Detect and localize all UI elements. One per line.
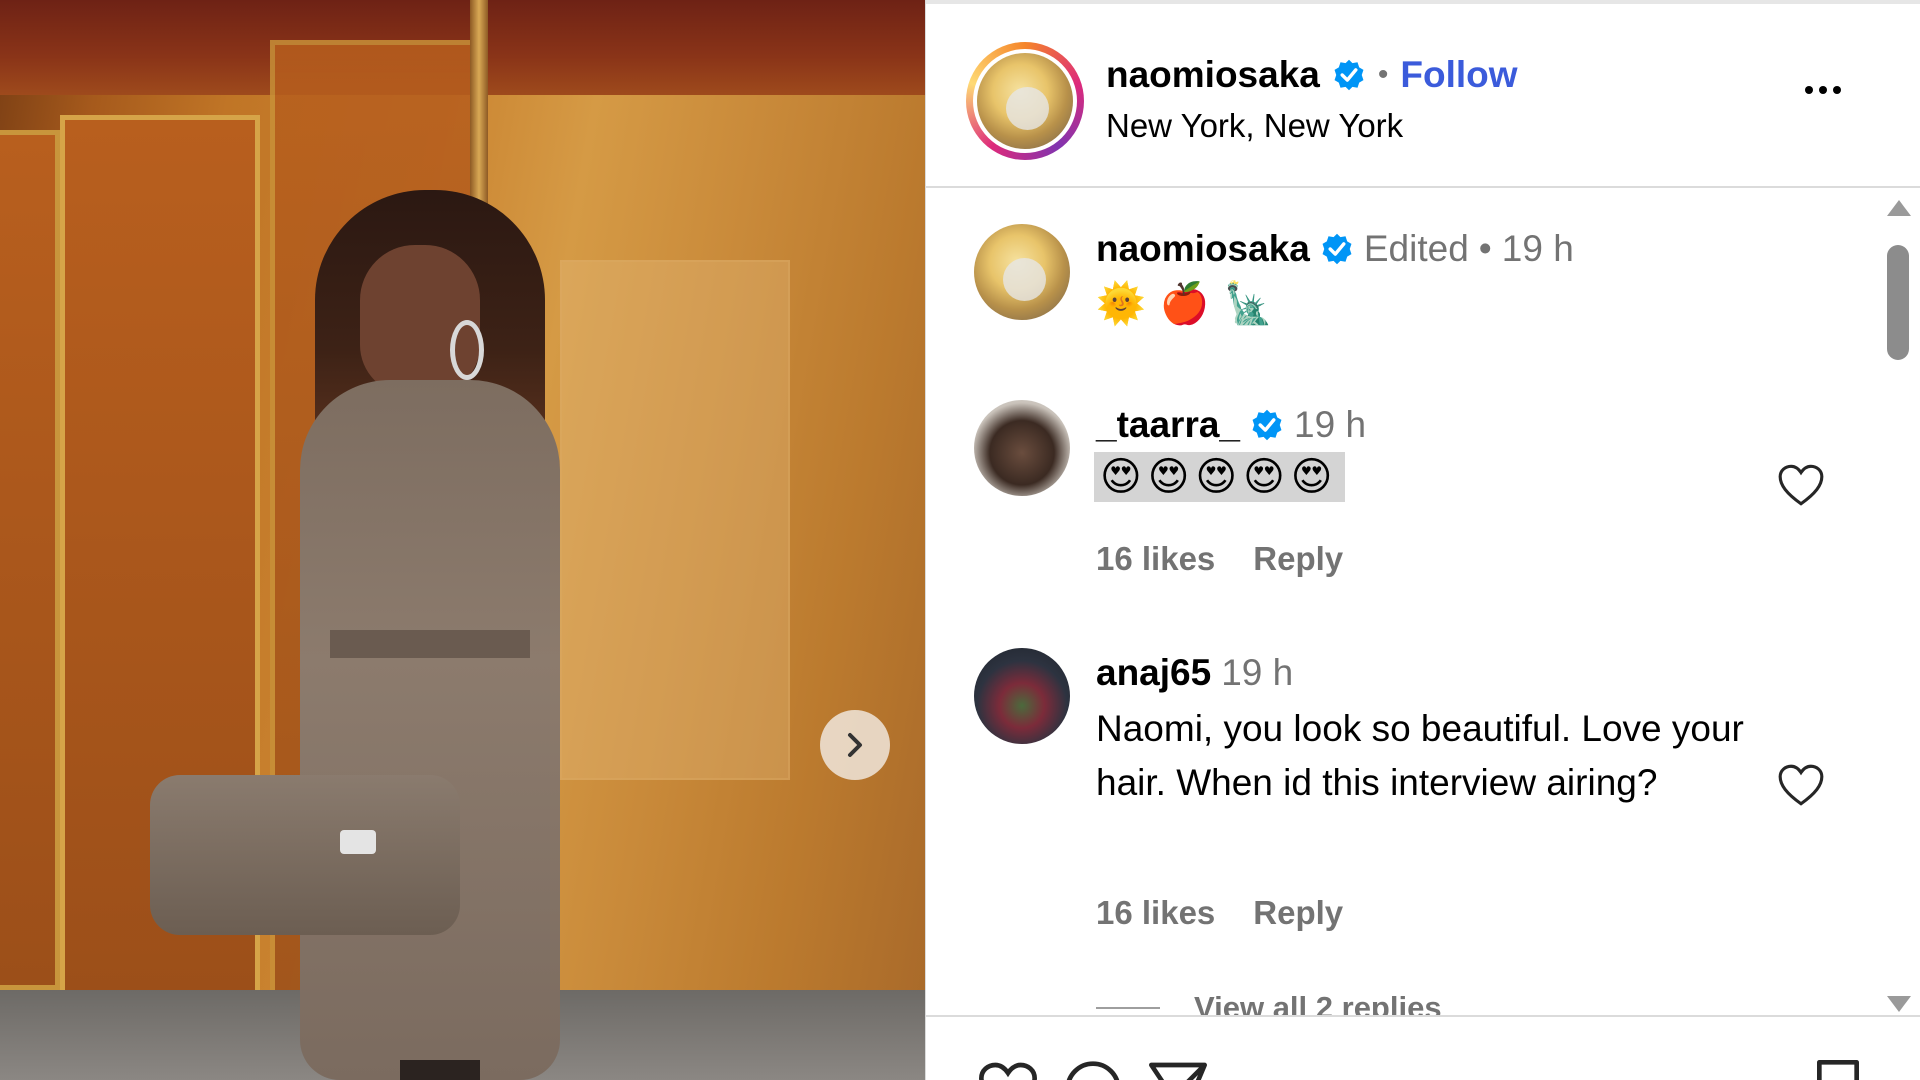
more-dot (1819, 86, 1827, 94)
comment-like-count[interactable]: 16 likes (1096, 894, 1215, 932)
comment-timestamp[interactable]: 19 h (1221, 652, 1293, 694)
comment-username[interactable]: anaj65 (1096, 652, 1211, 694)
more-options-button[interactable] (1805, 86, 1841, 94)
separator-dot: • (1377, 58, 1389, 91)
statue-of-liberty-emoji: 🗽 (1223, 282, 1274, 326)
paper-plane-icon[interactable] (1146, 1057, 1210, 1080)
post-side-panel: naomiosaka • Follow New York, New York n… (925, 0, 1920, 1080)
avatar-ring-gap (973, 49, 1077, 153)
scroll-down-arrow-icon[interactable] (1887, 996, 1911, 1012)
person-handbag (150, 775, 460, 935)
caption-timestamp[interactable]: 19 h (1502, 228, 1574, 270)
reply-button[interactable]: Reply (1253, 540, 1343, 578)
avatar (977, 53, 1073, 149)
reply-button[interactable]: Reply (1253, 894, 1343, 932)
comment-header: anaj65 19 h (1096, 652, 1293, 694)
more-dot (1833, 86, 1841, 94)
scroll-up-arrow-icon[interactable] (1887, 200, 1911, 216)
photo-reflection (560, 260, 790, 780)
separator-dot: • (1478, 228, 1492, 269)
comment-username[interactable]: _taarra_ (1096, 404, 1240, 446)
person-coat (300, 380, 560, 1080)
caption-header: naomiosaka Edited • 19 h (1096, 228, 1574, 270)
comment-actions: 16 likes Reply (1096, 894, 1343, 932)
story-ring-avatar[interactable] (966, 42, 1084, 160)
post-photo[interactable] (0, 0, 925, 1080)
more-dot (1805, 86, 1813, 94)
replies-divider (1096, 1007, 1160, 1009)
post-location[interactable]: New York, New York (1106, 107, 1403, 145)
photo-person (150, 190, 570, 1080)
bookmark-icon[interactable] (1806, 1057, 1870, 1080)
comments-scrollbar[interactable] (1881, 200, 1915, 1012)
photo-door (0, 130, 60, 990)
header-user-line: naomiosaka • Follow (1106, 54, 1518, 96)
chevron-right-icon (848, 733, 862, 757)
comment-actions: 16 likes Reply (1096, 540, 1343, 578)
comment-text: 😍😍😍😍😍 (1094, 452, 1345, 502)
person-legs (400, 1060, 480, 1080)
caption-text: 🌞 🍎 🗽 (1096, 280, 1273, 327)
follow-button[interactable]: Follow (1400, 54, 1517, 96)
comment-bubble-icon[interactable] (1061, 1057, 1125, 1080)
person-belt (330, 630, 530, 658)
carousel-next-button[interactable] (820, 710, 890, 780)
verified-badge-icon (1332, 58, 1366, 92)
comments-list[interactable]: naomiosaka Edited • 19 h 🌞 🍎 🗽 _taarra_ (926, 190, 1920, 1015)
heart-icon[interactable] (976, 1057, 1040, 1080)
comment-timestamp[interactable]: 19 h (1294, 404, 1366, 446)
apple-emoji: 🍎 (1159, 282, 1210, 326)
verified-badge-icon (1250, 408, 1284, 442)
sun-emoji: 🌞 (1096, 282, 1146, 326)
caption-username[interactable]: naomiosaka (1096, 228, 1310, 270)
post-action-bar (926, 1015, 1920, 1080)
comment-avatar[interactable] (974, 400, 1070, 496)
scroll-thumb[interactable] (1887, 245, 1909, 360)
person-earring (450, 320, 484, 380)
caption-edited-label: Edited (1363, 228, 1469, 269)
view-replies-button[interactable]: View all 2 replies (1096, 990, 1442, 1015)
verified-badge-icon (1320, 232, 1354, 266)
post-header: naomiosaka • Follow New York, New York (926, 0, 1920, 188)
header-username[interactable]: naomiosaka (1106, 54, 1320, 96)
handbag-clasp (340, 830, 376, 854)
heart-icon[interactable] (1776, 462, 1826, 508)
comment-header: _taarra_ 19 h (1096, 404, 1366, 446)
heart-icon[interactable] (1776, 762, 1826, 808)
view-replies-label: View all 2 replies (1194, 990, 1442, 1015)
caption-avatar[interactable] (974, 224, 1070, 320)
comment-text: Naomi, you look so beautiful. Love your … (1096, 708, 1744, 803)
comment-like-count[interactable]: 16 likes (1096, 540, 1215, 578)
comment-avatar[interactable] (974, 648, 1070, 744)
